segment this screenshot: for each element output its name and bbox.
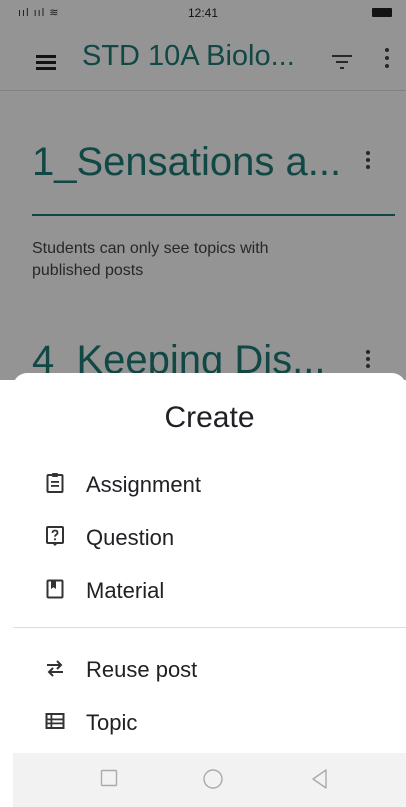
create-question-item[interactable]: Question [13, 513, 406, 559]
create-topic-item[interactable]: Topic [13, 698, 406, 744]
menu-label: Topic [86, 710, 138, 735]
classroom-screen: ııl ııl ≋ 12:41 STD 10A Biolo... 1_Sensa… [0, 0, 406, 807]
create-bottom-sheet: Create Assignment Question Material Reus… [13, 373, 406, 753]
assignment-icon [46, 473, 64, 493]
system-nav-bar [13, 753, 406, 807]
reuse-icon [47, 660, 63, 677]
menu-label: Question [86, 525, 175, 550]
material-icon [46, 579, 64, 599]
dim-overlay[interactable] [0, 0, 406, 380]
create-assignment-item[interactable]: Assignment [13, 460, 406, 506]
home-icon[interactable] [202, 768, 224, 790]
menu-label: Assignment [86, 472, 201, 497]
recents-icon[interactable] [100, 769, 118, 787]
topic-icon [45, 713, 65, 729]
menu-label: Material [86, 578, 165, 603]
sheet-divider [13, 627, 406, 628]
question-icon [46, 526, 64, 546]
reuse-post-item[interactable]: Reuse post [13, 645, 406, 691]
create-material-item[interactable]: Material [13, 566, 406, 612]
menu-label: Reuse post [86, 657, 198, 682]
sheet-title: Create [164, 401, 255, 434]
back-icon[interactable] [310, 768, 330, 790]
